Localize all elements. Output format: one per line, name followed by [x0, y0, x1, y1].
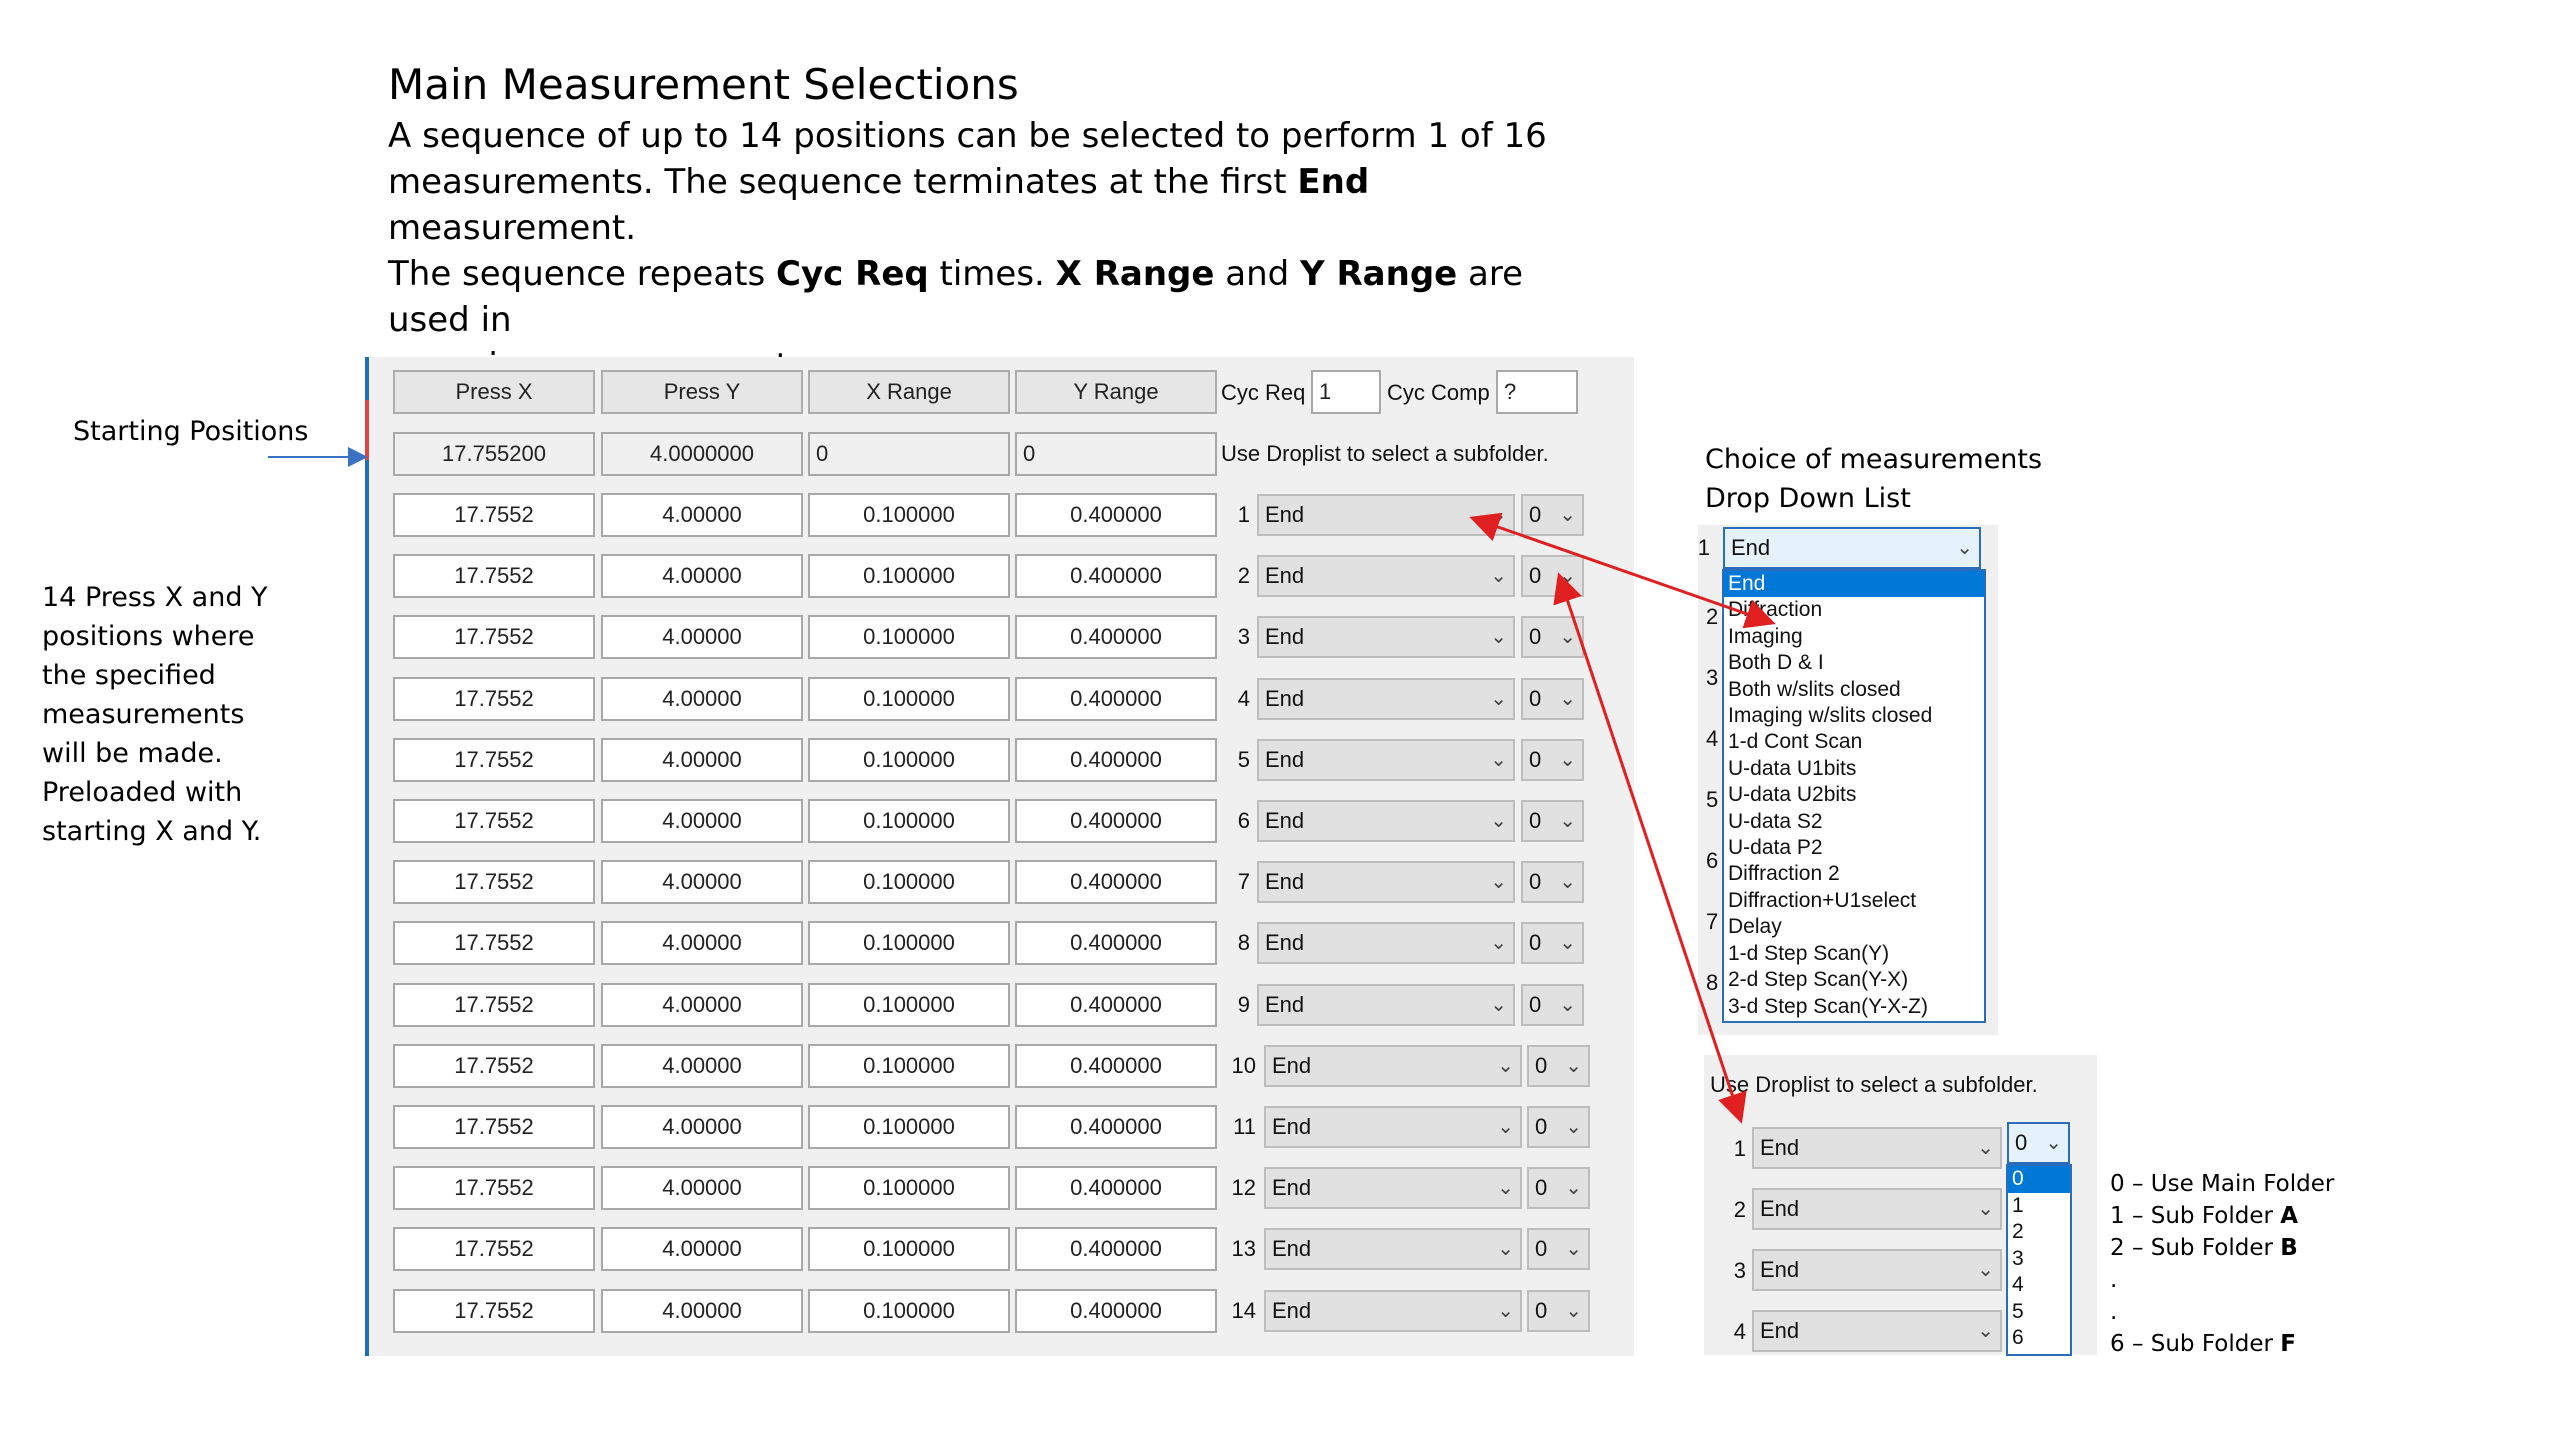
- subfolder-arrow: [1553, 572, 1747, 1124]
- dropdown-arrow: [1469, 512, 1776, 629]
- annotation-arrows: [268, 447, 1776, 1124]
